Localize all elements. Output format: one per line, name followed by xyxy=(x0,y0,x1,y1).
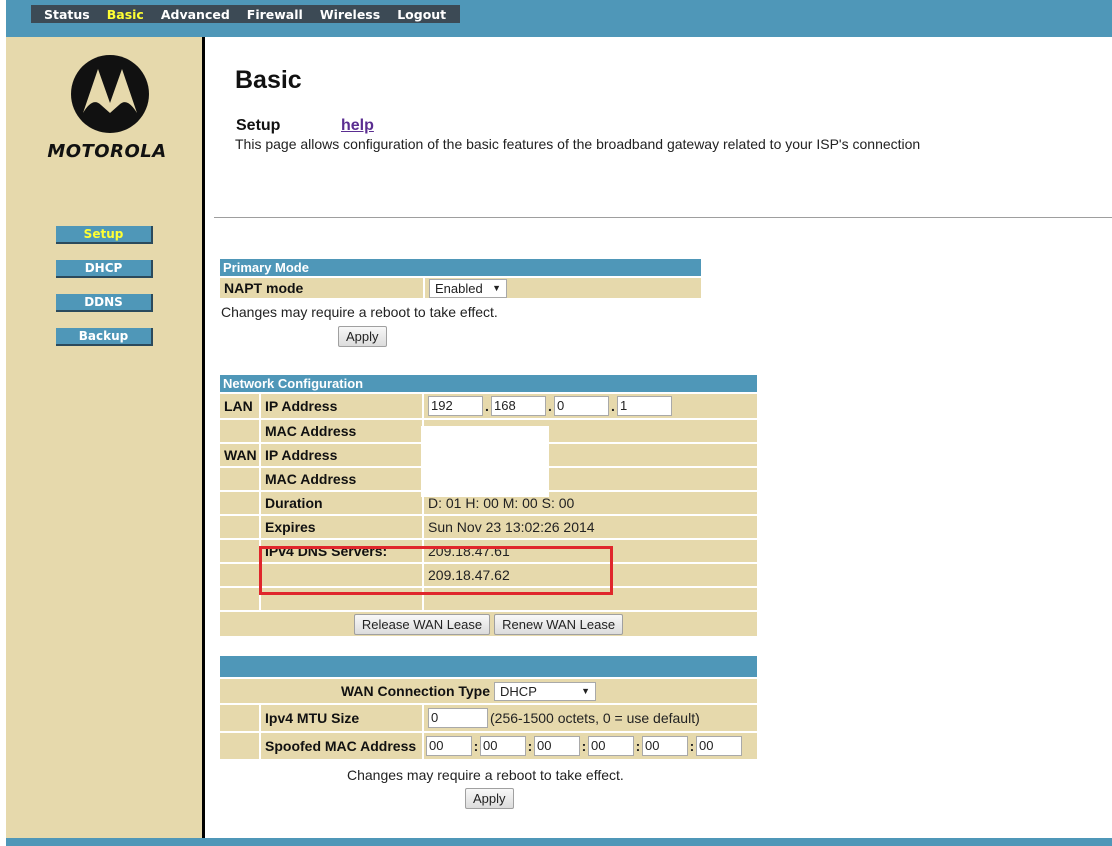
redacted-address-area xyxy=(421,426,549,497)
napt-mode-select[interactable]: Enabled ▼ xyxy=(429,278,507,298)
dropdown-caret-icon: ▼ xyxy=(492,283,501,293)
wan-conn-type-row: WAN Connection Type DHCP ▼ xyxy=(220,677,757,703)
wan-settings-header xyxy=(220,656,757,677)
expires-value: Sun Nov 23 13:02:26 2014 xyxy=(422,516,757,538)
wan-settings-note: Changes may require a reboot to take eff… xyxy=(347,767,624,783)
nav-firewall[interactable]: Firewall xyxy=(234,7,303,22)
help-link[interactable]: help xyxy=(341,117,374,135)
spoofed-mac-octet-1[interactable]: 00 xyxy=(426,736,472,756)
motorola-batwing-icon xyxy=(71,55,149,133)
empty-row xyxy=(220,586,757,610)
sidebar-divider xyxy=(202,37,205,838)
bottom-bar xyxy=(6,838,1112,846)
brand-name: MOTOROLA xyxy=(47,141,167,162)
renew-wan-lease-button[interactable]: Renew WAN Lease xyxy=(494,613,624,635)
dns-row-1: IPv4 DNS Servers: 209.18.47.61 xyxy=(220,538,757,562)
section-heading: Setup help xyxy=(236,117,374,135)
expires-row: Expires Sun Nov 23 13:02:26 2014 xyxy=(220,514,757,538)
lan-ip-octet-1[interactable]: 192 xyxy=(428,396,483,416)
napt-label: NAPT mode xyxy=(224,280,304,296)
wan-label: WAN xyxy=(224,447,257,463)
motorola-logo: MOTOROLA xyxy=(27,55,187,170)
dns-row-2: 209.18.47.62 xyxy=(220,562,757,586)
lan-mac-label: MAC Address xyxy=(259,420,422,442)
spoofed-mac-row: Spoofed MAC Address 00 : 00 : 00 : 00 : … xyxy=(220,731,757,759)
dns-label: IPv4 DNS Servers: xyxy=(259,540,422,562)
lan-ip-octet-3[interactable]: 0 xyxy=(554,396,609,416)
mtu-input[interactable]: 0 xyxy=(428,708,488,728)
primary-mode-note: Changes may require a reboot to take eff… xyxy=(221,304,498,320)
duration-label: Duration xyxy=(259,492,422,514)
primary-mode-header: Primary Mode xyxy=(220,259,701,276)
page-title: Basic xyxy=(235,66,302,94)
lease-buttons-row: Release WAN Lease Renew WAN Lease xyxy=(220,610,757,636)
dns-server-2: 209.18.47.62 xyxy=(422,564,757,586)
subnav-ddns[interactable]: DDNS xyxy=(56,294,153,312)
subnav-setup[interactable]: Setup xyxy=(56,226,153,244)
dropdown-caret-icon: ▼ xyxy=(581,686,591,696)
lan-ip-label: IP Address xyxy=(259,394,422,418)
sub-nav: Setup DHCP DDNS Backup xyxy=(56,226,153,362)
lan-ip-row: LAN IP Address 192 . 168 . 0 . 1 xyxy=(220,392,757,418)
spoofed-mac-octet-2[interactable]: 00 xyxy=(480,736,526,756)
subnav-dhcp[interactable]: DHCP xyxy=(56,260,153,278)
lan-ip-fields: 192 . 168 . 0 . 1 xyxy=(422,394,757,418)
mtu-hint: (256-1500 octets, 0 = use default) xyxy=(490,710,700,726)
release-wan-lease-button[interactable]: Release WAN Lease xyxy=(353,613,491,635)
network-config-header: Network Configuration xyxy=(220,375,757,392)
lan-label: LAN xyxy=(224,398,253,414)
network-config-panel: Network Configuration LAN IP Address 192… xyxy=(220,375,757,636)
top-nav: Status Basic Advanced Firewall Wireless … xyxy=(31,5,460,23)
napt-row: NAPT mode Enabled ▼ xyxy=(220,276,701,298)
nav-advanced[interactable]: Advanced xyxy=(148,7,230,22)
spoofed-mac-octet-5[interactable]: 00 xyxy=(642,736,688,756)
page-description: This page allows configuration of the ba… xyxy=(235,136,921,152)
subnav-backup[interactable]: Backup xyxy=(56,328,153,346)
sidebar: MOTOROLA Setup DHCP DDNS Backup xyxy=(6,37,202,838)
spoofed-mac-fields: 00 : 00 : 00 : 00 : 00 : 00 xyxy=(422,733,757,759)
nav-status[interactable]: Status xyxy=(31,7,90,22)
expires-label: Expires xyxy=(259,516,422,538)
spoofed-mac-label: Spoofed MAC Address xyxy=(259,733,422,759)
wan-conn-type-select[interactable]: DHCP ▼ xyxy=(494,681,597,701)
dns-server-1: 209.18.47.61 xyxy=(422,540,757,562)
wan-apply-button[interactable]: Apply xyxy=(465,788,514,809)
primary-mode-panel: Primary Mode NAPT mode Enabled ▼ xyxy=(220,259,701,298)
divider xyxy=(214,217,1112,218)
lan-ip-octet-2[interactable]: 168 xyxy=(491,396,546,416)
mtu-row: Ipv4 MTU Size 0 (256-1500 octets, 0 = us… xyxy=(220,703,757,731)
spoofed-mac-octet-4[interactable]: 00 xyxy=(588,736,634,756)
wan-ip-label: IP Address xyxy=(259,444,422,466)
lan-ip-octet-4[interactable]: 1 xyxy=(617,396,672,416)
wan-mac-label: MAC Address xyxy=(259,468,422,490)
top-header-bar: Status Basic Advanced Firewall Wireless … xyxy=(6,0,1112,37)
nav-basic[interactable]: Basic xyxy=(94,7,144,22)
spoofed-mac-octet-6[interactable]: 00 xyxy=(696,736,742,756)
mtu-label: Ipv4 MTU Size xyxy=(259,705,422,731)
spoofed-mac-octet-3[interactable]: 00 xyxy=(534,736,580,756)
section-title: Setup xyxy=(236,117,281,134)
wan-conn-type-label: WAN Connection Type xyxy=(340,683,491,699)
wan-settings-panel: WAN Connection Type DHCP ▼ Ipv4 MTU Size… xyxy=(220,656,757,759)
primary-apply-button[interactable]: Apply xyxy=(338,326,387,347)
nav-logout[interactable]: Logout xyxy=(384,7,446,22)
nav-wireless[interactable]: Wireless xyxy=(307,7,380,22)
